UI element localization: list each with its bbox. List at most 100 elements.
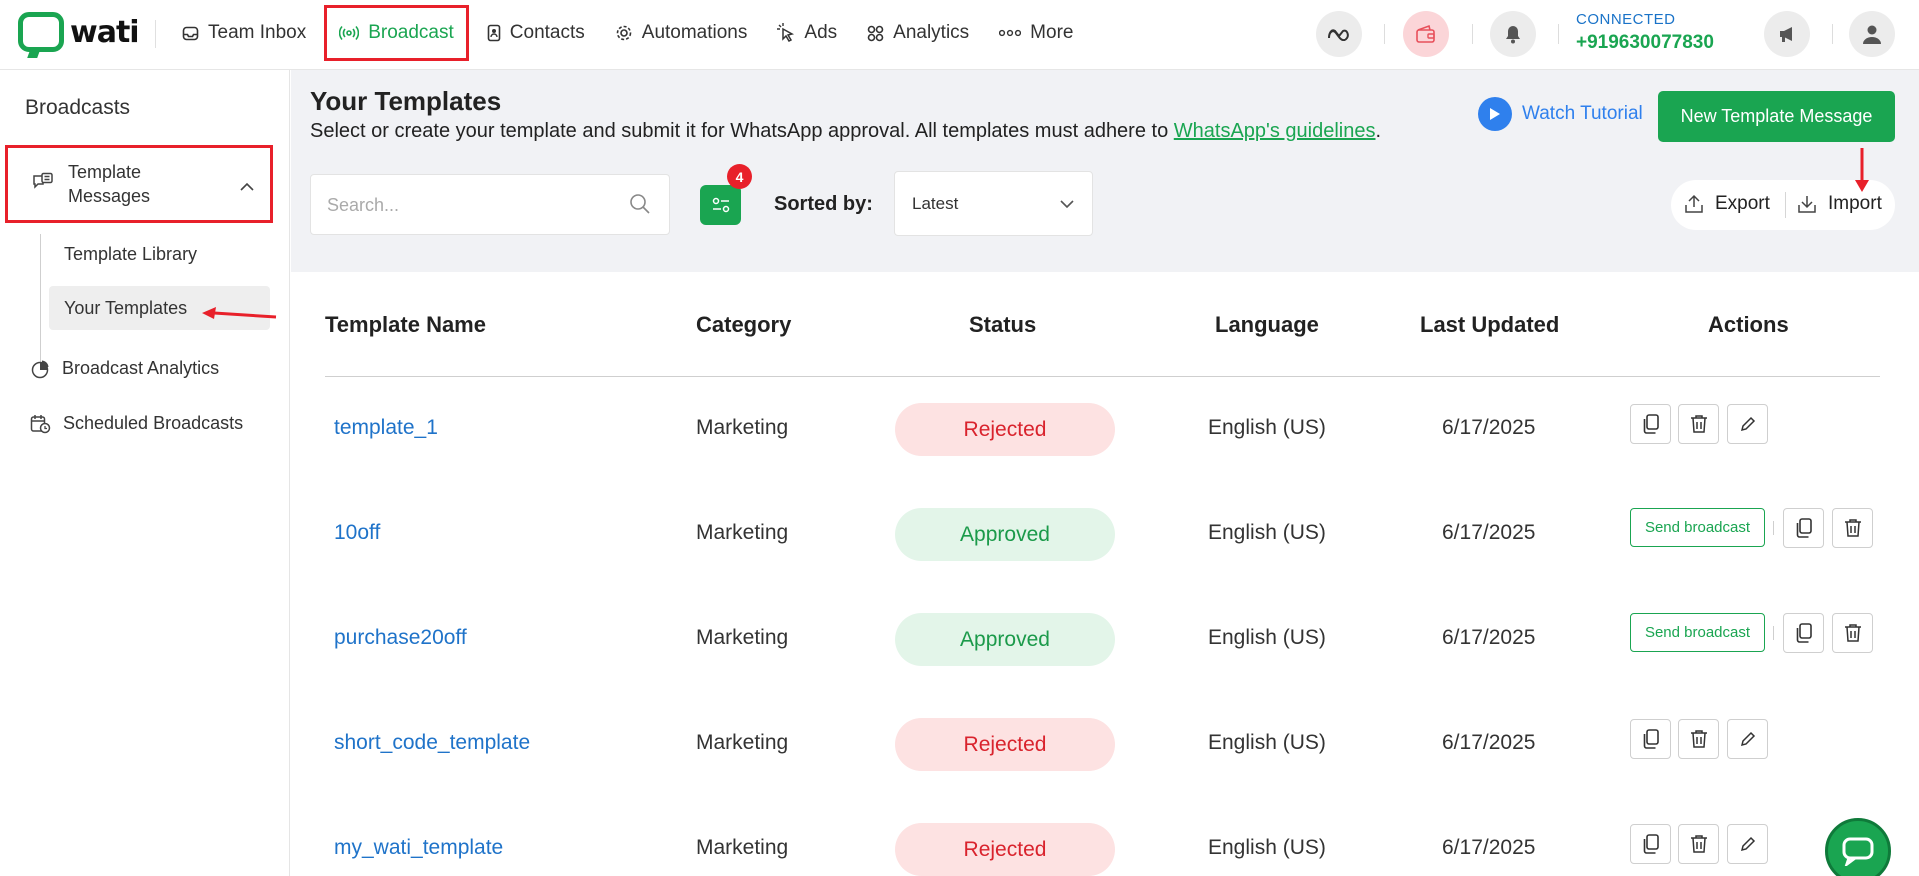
column-header-last-updated: Last Updated	[1420, 312, 1560, 337]
nav-more-label: More	[1030, 22, 1074, 43]
status-badge: Rejected	[895, 718, 1115, 771]
nav-broadcast[interactable]: Broadcast	[324, 5, 469, 61]
delete-button[interactable]	[1678, 824, 1719, 864]
gear-icon	[615, 24, 633, 42]
nav-ads[interactable]: Ads	[765, 11, 849, 55]
template-category: Marketing	[696, 416, 789, 439]
nav-broadcast-label: Broadcast	[368, 22, 454, 43]
nav-more[interactable]: More	[987, 11, 1085, 55]
template-last-updated: 6/17/2025	[1442, 626, 1536, 649]
template-category: Marketing	[696, 626, 789, 649]
column-header-category: Category	[696, 312, 792, 337]
chat-support-button[interactable]	[1825, 818, 1891, 876]
announcements-button[interactable]	[1764, 11, 1810, 57]
template-name-link[interactable]: my_wati_template	[334, 836, 503, 860]
sort-select[interactable]: Latest	[894, 171, 1093, 236]
actions-separator	[1773, 521, 1774, 535]
nav-team-inbox[interactable]: Team Inbox	[170, 11, 318, 55]
search-input[interactable]	[327, 191, 617, 219]
watch-tutorial-label: Watch Tutorial	[1522, 103, 1643, 124]
template-name-link[interactable]: 10off	[334, 521, 380, 545]
delete-button[interactable]	[1678, 404, 1719, 444]
send-broadcast-button[interactable]: Send broadcast	[1630, 508, 1765, 547]
template-language: English (US)	[1208, 626, 1326, 649]
column-header-language: Language	[1215, 312, 1319, 337]
nav-divider	[155, 20, 156, 48]
page-subtitle: Select or create your template and submi…	[310, 120, 1381, 143]
cursor-icon	[777, 23, 795, 43]
upload-icon	[1683, 193, 1705, 215]
template-name-link[interactable]: purchase20off	[334, 626, 467, 650]
sidebar-item-broadcast-analytics[interactable]: Broadcast Analytics	[30, 358, 219, 379]
wallet-icon	[1416, 24, 1435, 43]
grid-icon	[867, 25, 884, 42]
filter-button[interactable]	[700, 185, 741, 225]
delete-button[interactable]	[1832, 508, 1873, 548]
pencil-icon	[1740, 836, 1755, 852]
connected-number: +919630077830	[1576, 32, 1714, 53]
pencil-icon	[1740, 731, 1755, 747]
edit-button[interactable]	[1727, 404, 1768, 444]
page-subtitle-end: .	[1375, 120, 1382, 142]
template-language: English (US)	[1208, 836, 1326, 859]
sidebar-group-label: Template Messages	[68, 162, 151, 206]
more-icon	[999, 29, 1022, 37]
import-label: Import	[1828, 193, 1882, 214]
copy-button[interactable]	[1630, 719, 1671, 759]
download-icon	[1796, 193, 1818, 215]
megaphone-icon	[1780, 27, 1792, 42]
template-last-updated: 6/17/2025	[1442, 836, 1536, 859]
sidebar-group-template-messages[interactable]: Template Messages	[5, 145, 273, 223]
column-header-template-name: Template Name	[325, 312, 486, 337]
filter-count-badge: 4	[727, 164, 752, 189]
table-row: template_1 Marketing Rejected English (U…	[0, 377, 1919, 482]
copy-button[interactable]	[1783, 508, 1824, 548]
table-row: 10off Marketing Approved English (US) 6/…	[0, 482, 1919, 587]
page-title: Your Templates	[310, 86, 502, 116]
broadcast-icon	[339, 25, 360, 41]
template-name-link[interactable]: template_1	[334, 416, 438, 440]
sidebar-item-your-templates[interactable]: Your Templates	[49, 286, 270, 330]
send-broadcast-button[interactable]: Send broadcast	[1630, 613, 1765, 652]
notifications-button[interactable]	[1490, 11, 1536, 57]
sidebar-item-template-library[interactable]: Template Library	[49, 232, 270, 276]
trash-icon	[1690, 730, 1707, 748]
new-template-message-button[interactable]: New Template Message	[1658, 91, 1895, 142]
wallet-button[interactable]	[1403, 11, 1449, 57]
nav-contacts-label: Contacts	[509, 22, 585, 43]
search-box	[310, 174, 670, 235]
template-name-link[interactable]: short_code_template	[334, 731, 530, 755]
search-icon[interactable]	[629, 193, 651, 220]
template-language: English (US)	[1208, 731, 1326, 754]
copy-button[interactable]	[1783, 613, 1824, 653]
copy-button[interactable]	[1630, 404, 1671, 444]
delete-button[interactable]	[1678, 719, 1719, 759]
watch-tutorial-button[interactable]: Watch Tutorial	[1478, 97, 1643, 131]
export-button[interactable]: Export	[1683, 193, 1770, 215]
wati-logo[interactable]: wati	[18, 12, 140, 52]
bell-icon	[1506, 26, 1520, 44]
import-button[interactable]: Import	[1796, 193, 1882, 215]
edit-button[interactable]	[1727, 719, 1768, 759]
nav-team-inbox-label: Team Inbox	[208, 22, 307, 43]
status-badge: Rejected	[895, 823, 1115, 876]
profile-button[interactable]	[1849, 11, 1895, 57]
table-row: my_wati_template Marketing Rejected Engl…	[0, 797, 1919, 876]
nav-analytics[interactable]: Analytics	[855, 11, 981, 55]
nav-automations[interactable]: Automations	[603, 11, 760, 55]
trash-icon	[1690, 415, 1707, 433]
sort-value: Latest	[912, 194, 959, 213]
top-separator	[1558, 24, 1559, 44]
template-category: Marketing	[696, 731, 789, 754]
table-row: purchase20off Marketing Approved English…	[0, 587, 1919, 692]
whatsapp-guidelines-link[interactable]: WhatsApp's guidelines	[1174, 120, 1376, 142]
delete-button[interactable]	[1832, 613, 1873, 653]
top-separator	[1384, 24, 1385, 44]
copy-icon	[1643, 729, 1659, 749]
meta-button[interactable]	[1316, 11, 1362, 57]
copy-icon	[1796, 623, 1812, 643]
template-last-updated: 6/17/2025	[1442, 731, 1536, 754]
edit-button[interactable]	[1727, 824, 1768, 864]
nav-contacts[interactable]: Contacts	[475, 11, 597, 55]
copy-button[interactable]	[1630, 824, 1671, 864]
